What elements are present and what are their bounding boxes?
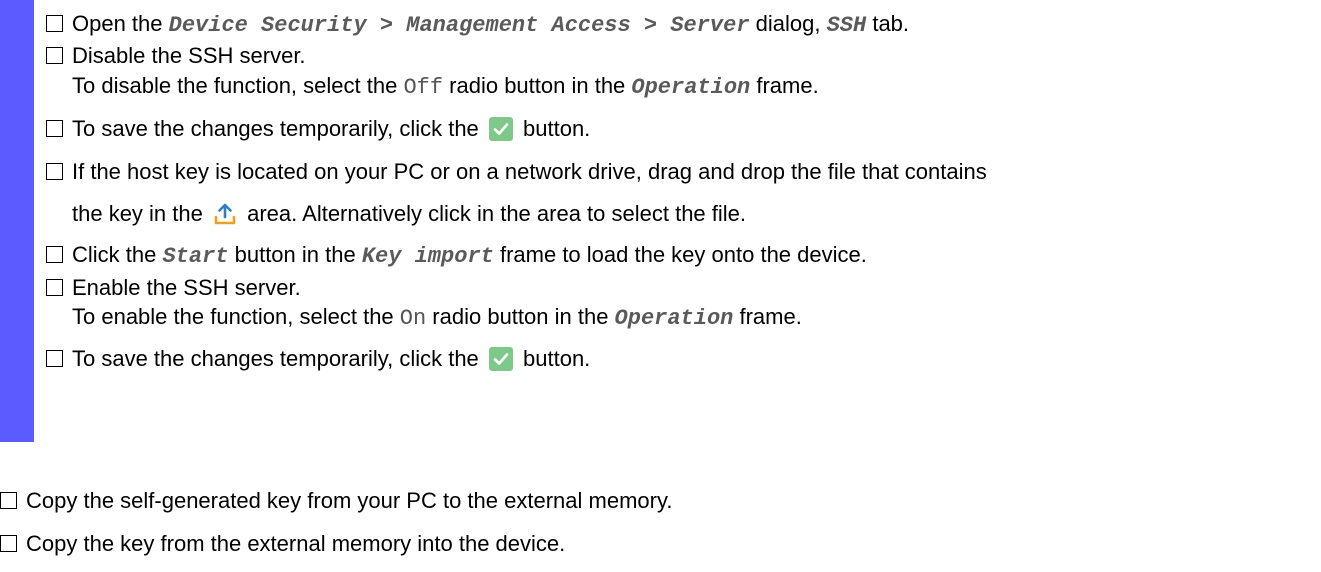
step-enable-ssh: Enable the SSH server.	[46, 274, 301, 302]
ui-button-name: Start	[162, 244, 229, 269]
step-text: area. Alternatively click in the area to…	[240, 201, 747, 226]
step-text: To save the changes temporarily, click t…	[72, 116, 485, 141]
step-save-1: To save the changes temporarily, click t…	[46, 115, 590, 143]
ui-frame: Key import	[361, 244, 494, 269]
step-text: frame to load the key onto the device.	[493, 242, 867, 267]
code-value: Off	[403, 75, 444, 100]
checkbox[interactable]	[0, 492, 17, 509]
step-disable-ssh: Disable the SSH server.	[46, 42, 306, 70]
step-text: Copy the key from the external memory in…	[26, 531, 566, 556]
step-host-key-detail: the key in the area. Alternatively click…	[72, 200, 746, 228]
step-text: To enable the function, select the	[72, 304, 400, 329]
step-text: button in the	[228, 242, 362, 267]
step-disable-ssh-detail: To disable the function, select the Off …	[72, 72, 819, 102]
step-text: tab.	[866, 11, 910, 36]
step-text: radio button in the	[443, 73, 632, 98]
step-save-2: To save the changes temporarily, click t…	[46, 345, 590, 373]
step-copy-to-memory: Copy the self-generated key from your PC…	[0, 487, 672, 515]
check-icon	[488, 117, 513, 141]
ui-frame: Operation	[614, 306, 734, 331]
ui-tab: SSH	[826, 13, 867, 38]
step-text: radio button in the	[426, 304, 615, 329]
step-text: the key in the	[72, 201, 209, 226]
code-value: On	[399, 306, 427, 331]
accent-bar	[0, 0, 34, 442]
step-host-key: If the host key is located on your PC or…	[46, 158, 987, 186]
step-enable-ssh-detail: To enable the function, select the On ra…	[72, 303, 802, 333]
step-text: If the host key is located on your PC or…	[72, 159, 987, 184]
step-text: dialog,	[749, 11, 827, 36]
checkbox[interactable]	[46, 15, 63, 32]
checkbox[interactable]	[0, 535, 17, 552]
checkbox[interactable]	[46, 47, 63, 64]
step-text: frame.	[750, 73, 819, 98]
checkbox[interactable]	[46, 279, 63, 296]
step-text: button.	[516, 346, 591, 371]
step-text: Enable the SSH server.	[72, 275, 301, 300]
step-text: Click the	[72, 242, 163, 267]
check-icon	[488, 347, 513, 371]
checkbox[interactable]	[46, 120, 63, 137]
step-text: To save the changes temporarily, click t…	[72, 346, 485, 371]
ui-path: Device Security > Management Access > Se…	[168, 13, 750, 38]
upload-icon	[213, 202, 237, 226]
checkbox[interactable]	[46, 246, 63, 263]
checkbox[interactable]	[46, 350, 63, 367]
step-text: To disable the function, select the	[72, 73, 404, 98]
checkbox[interactable]	[46, 163, 63, 180]
ui-frame: Operation	[631, 75, 751, 100]
step-text: Open the	[72, 11, 169, 36]
step-copy-to-device: Copy the key from the external memory in…	[0, 530, 565, 558]
step-text: button.	[516, 116, 591, 141]
step-text: Copy the self-generated key from your PC…	[26, 488, 673, 513]
step-text: frame.	[733, 304, 802, 329]
step-text: Disable the SSH server.	[72, 43, 306, 68]
step-open-dialog: Open the Device Security > Management Ac…	[46, 10, 909, 40]
step-start-import: Click the Start button in the Key import…	[46, 241, 867, 271]
